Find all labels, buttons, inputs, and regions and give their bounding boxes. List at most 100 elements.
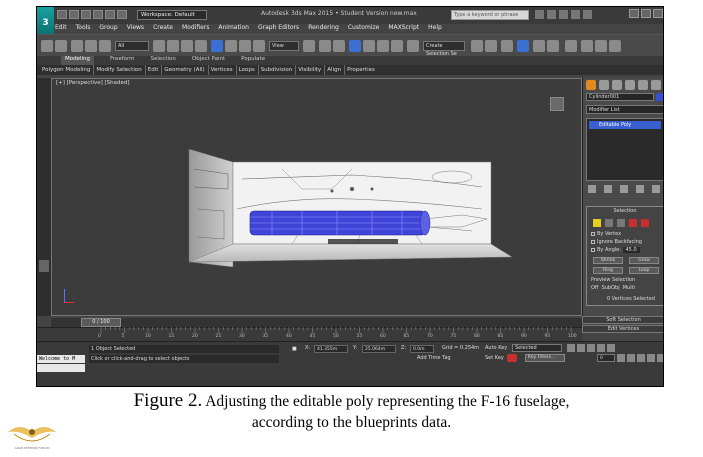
- current-frame-field[interactable]: 0: [597, 354, 615, 362]
- configure-sets-icon[interactable]: [652, 185, 660, 193]
- by-angle-value[interactable]: 45.0: [622, 247, 640, 253]
- zoom-extents-icon[interactable]: [637, 354, 645, 362]
- schematic-view-icon[interactable]: [547, 40, 559, 52]
- edit-named-selection-icon[interactable]: [407, 40, 419, 52]
- panel-polygon-modeling[interactable]: Polygon Modeling: [40, 65, 92, 75]
- selection-rollout-title[interactable]: Selection: [587, 207, 663, 215]
- bind-spacewarp-icon[interactable]: [99, 40, 111, 52]
- align-icon[interactable]: [485, 40, 497, 52]
- menu-group[interactable]: Group: [99, 24, 117, 34]
- time-slider-thumb[interactable]: 0 / 100: [81, 318, 121, 327]
- select-manipulate-icon[interactable]: [319, 40, 331, 52]
- loop-button[interactable]: Loop: [629, 267, 659, 274]
- graphite-toggle-icon[interactable]: [517, 40, 529, 52]
- maxscript-mini-listener[interactable]: [37, 364, 85, 372]
- tab-selection[interactable]: Selection: [151, 56, 176, 65]
- expand-arrow-icon[interactable]: [39, 260, 49, 272]
- tab-object-paint[interactable]: Object Paint: [192, 56, 225, 65]
- set-key-button[interactable]: Set Key: [485, 355, 504, 361]
- auto-key-button[interactable]: Auto Key: [485, 345, 507, 351]
- modify-tab-icon[interactable]: [599, 80, 609, 90]
- menu-modifiers[interactable]: Modifiers: [182, 24, 209, 34]
- shrink-button[interactable]: Shrink: [593, 257, 623, 264]
- preview-off-radio[interactable]: Off: [591, 285, 598, 291]
- auto-key-selection-dropdown[interactable]: Selected: [512, 344, 562, 352]
- menu-views[interactable]: Views: [127, 24, 144, 34]
- maximize-viewport-icon[interactable]: [657, 354, 663, 362]
- make-unique-icon[interactable]: [620, 185, 628, 193]
- named-selection-dropdown[interactable]: Create Selection Se: [423, 41, 465, 57]
- add-time-tag[interactable]: Add Time Tag: [417, 355, 451, 361]
- y-coordinate[interactable]: 25.064m: [362, 345, 396, 353]
- mirror-icon[interactable]: [471, 40, 483, 52]
- workspace-dropdown[interactable]: Workspace: Default: [137, 10, 207, 20]
- select-by-name-icon[interactable]: [167, 40, 179, 52]
- x-coordinate[interactable]: 41.355m: [314, 345, 348, 353]
- selection-filter-dropdown[interactable]: All: [115, 41, 149, 51]
- tab-modeling[interactable]: Modeling: [61, 56, 95, 65]
- select-rotate-icon[interactable]: [225, 40, 237, 52]
- ignore-backfacing-option[interactable]: Ignore Backfacing: [591, 239, 642, 245]
- select-scale-icon[interactable]: [239, 40, 251, 52]
- render-production-icon[interactable]: [609, 40, 621, 52]
- link-icon[interactable]: [71, 40, 83, 52]
- polygon-mode-icon[interactable]: [629, 219, 637, 227]
- blueprint-floor-plane[interactable]: [188, 243, 513, 263]
- previous-frame-icon[interactable]: [577, 344, 585, 352]
- remove-modifier-icon[interactable]: [636, 185, 644, 193]
- soft-selection-rollout[interactable]: Soft Selection: [582, 316, 663, 324]
- minimize-icon[interactable]: [629, 9, 639, 18]
- vertex-mode-icon[interactable]: [593, 219, 601, 227]
- material-editor-icon[interactable]: [565, 40, 577, 52]
- menu-tools[interactable]: Tools: [76, 24, 91, 34]
- motion-tab-icon[interactable]: [625, 80, 635, 90]
- pivot-center-icon[interactable]: [303, 40, 315, 52]
- hierarchy-tab-icon[interactable]: [612, 80, 622, 90]
- menu-customize[interactable]: Customize: [348, 24, 380, 34]
- panel-align[interactable]: Align: [324, 65, 343, 75]
- maximize-icon[interactable]: [641, 9, 651, 18]
- lock-selection-icon[interactable]: ■: [292, 346, 297, 352]
- subscription-icon[interactable]: [547, 10, 556, 19]
- snaps-toggle-icon[interactable]: [349, 40, 361, 52]
- panel-edit[interactable]: Edit: [144, 65, 161, 75]
- maxscript-listener[interactable]: Welcome to M: [37, 355, 85, 363]
- favorites-icon[interactable]: [571, 10, 580, 19]
- panel-modify-selection[interactable]: Modify Selection: [93, 65, 143, 75]
- layer-explorer-icon[interactable]: [501, 40, 513, 52]
- viewport-label[interactable]: [+] [Perspective] [Shaded]: [56, 80, 130, 86]
- keyboard-shortcut-icon[interactable]: [333, 40, 345, 52]
- set-key-icon[interactable]: [507, 354, 517, 362]
- menu-animation[interactable]: Animation: [218, 24, 249, 34]
- menu-graph-editors[interactable]: Graph Editors: [258, 24, 299, 34]
- panel-visibility[interactable]: Visibility: [295, 65, 323, 75]
- tab-freeform[interactable]: Freeform: [110, 56, 135, 65]
- panel-subdivision[interactable]: Subdivision: [257, 65, 295, 75]
- stack-item-editable-poly[interactable]: Editable Poly: [589, 121, 661, 129]
- z-coordinate[interactable]: 0.0m: [410, 345, 434, 353]
- object-name-field[interactable]: Cylinder001: [586, 93, 654, 101]
- menu-rendering[interactable]: Rendering: [308, 24, 339, 34]
- close-icon[interactable]: [653, 9, 663, 18]
- unlink-icon[interactable]: [85, 40, 97, 52]
- border-mode-icon[interactable]: [617, 219, 625, 227]
- select-object-icon[interactable]: [153, 40, 165, 52]
- panel-loops[interactable]: Loops: [235, 65, 257, 75]
- edge-mode-icon[interactable]: [605, 219, 613, 227]
- zoom-all-icon[interactable]: [627, 354, 635, 362]
- display-tab-icon[interactable]: [638, 80, 648, 90]
- perspective-viewport[interactable]: [+] [Perspective] [Shaded]: [51, 78, 582, 316]
- select-move-icon[interactable]: [211, 40, 223, 52]
- edit-vertices-rollout[interactable]: Edit Vertices: [582, 325, 663, 333]
- element-mode-icon[interactable]: [641, 219, 649, 227]
- select-place-icon[interactable]: [253, 40, 265, 52]
- modifier-list-dropdown[interactable]: Modifier List: [586, 105, 663, 114]
- zoom-icon[interactable]: [617, 354, 625, 362]
- undo-icon[interactable]: [41, 40, 53, 52]
- next-frame-icon[interactable]: [597, 344, 605, 352]
- create-tab-icon[interactable]: [586, 80, 596, 90]
- open-file-icon[interactable]: [69, 10, 79, 19]
- ring-button[interactable]: Ring: [593, 267, 623, 274]
- goto-start-icon[interactable]: [567, 344, 575, 352]
- panel-geometry-all[interactable]: Geometry (All): [161, 65, 206, 75]
